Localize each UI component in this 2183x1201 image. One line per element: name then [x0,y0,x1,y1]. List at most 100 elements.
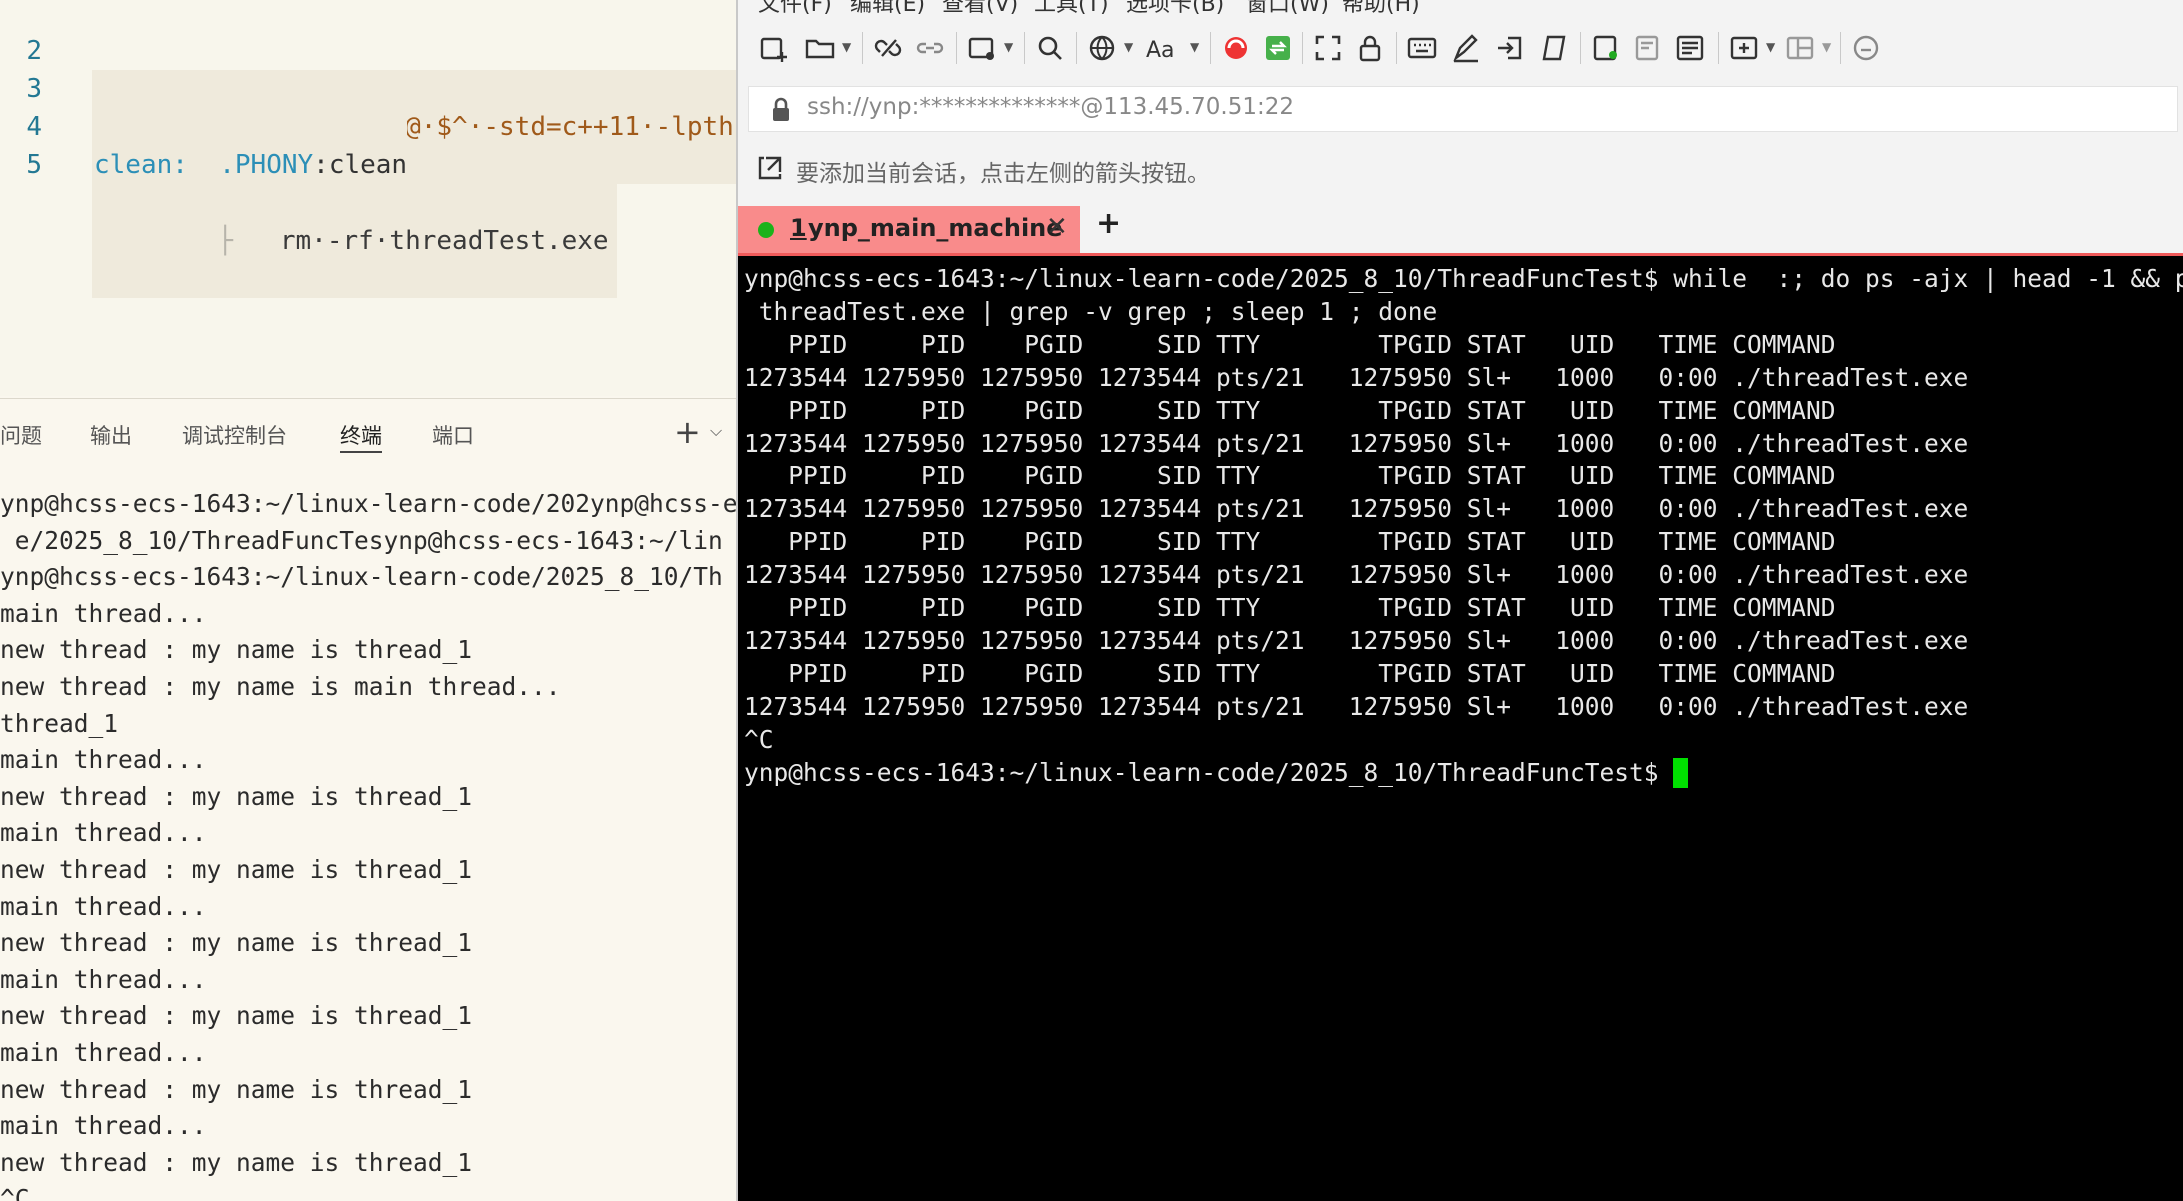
terminal-line: new thread : my name is thread_1 [0,1147,473,1177]
code-line-5[interactable]: 5 ├ rm·-rf·threadTest.exe [0,108,736,298]
terminal-line: thread_1 [0,708,119,738]
tab-problems[interactable]: 问题 [0,421,42,451]
tab-debug-console[interactable]: 调试控制台 [182,421,287,451]
colon: : [313,150,329,180]
address-bar: ssh://ynp:**************@113.45.70.51:22 [738,80,2183,138]
code-editor[interactable]: 2 ├ g++·-o·$@·$^·-std=c++11·-lpthread 3 … [0,0,736,396]
session-tab-bar: 1 ynp_main_machine ✕ + [738,200,2183,256]
clean-label: clean: [94,146,206,184]
keyboard-icon[interactable] [1406,32,1438,64]
chat-icon[interactable] [1850,32,1882,64]
compose-icon[interactable] [1632,32,1664,64]
terminal-line: ynp@hcss-ecs-1643:~/linux-learn-code/202… [744,757,1674,787]
code-text: rm·-rf·threadTest.exe [279,226,609,256]
lock-icon [773,97,789,121]
session-tab-ynp-main-machine[interactable]: 1 ynp_main_machine ✕ [738,206,1080,253]
connected-status-icon [758,222,774,238]
tab-ports[interactable]: 端口 [432,421,474,451]
chevron-down-icon[interactable]: ▼ [1124,40,1133,54]
terminal-line: new thread : my name is thread_1 [0,928,473,958]
terminal-line: new thread : my name is thread_1 [0,635,473,665]
menu-file[interactable]: 文件(F) [758,0,832,14]
lock-icon[interactable] [1354,32,1386,64]
xftp-icon[interactable] [1220,32,1252,64]
terminal-line: ynp@hcss-ecs-1643:~/linux-learn-code/202… [0,489,736,518]
tab-terminal[interactable]: 终端 [340,421,382,453]
terminal-line: new thread : my name is main thread... [0,672,561,701]
close-icon[interactable]: ✕ [1046,212,1068,242]
chevron-down-icon[interactable]: ▼ [1822,40,1831,54]
terminal-line: 1273544 1275950 1275950 1273544 pts/21 1… [744,428,1969,458]
terminal-line: PPID PID PGID SID TTY TPGID STAT UID TIM… [744,329,1836,359]
terminal-line: threadTest.exe | grep -v grep ; sleep 1 … [744,296,1438,326]
disconnect-icon[interactable] [872,32,904,64]
code-line-2[interactable]: 2 ├ g++·-o·$@·$^·-std=c++11·-lpthread [0,0,736,184]
code-line-3[interactable]: 3 .PHONY:clean [0,32,736,222]
toolbar-separator [1076,32,1077,64]
toolbar-separator [1718,32,1719,64]
terminal-line: 1273544 1275950 1275950 1273544 pts/21 1… [744,362,1969,392]
menu-tools[interactable]: 工具(T) [1034,0,1109,14]
layout-icon[interactable] [1784,32,1816,64]
toolbar-separator [862,32,863,64]
font-icon[interactable]: Aa [1142,32,1186,64]
script-icon[interactable] [1538,32,1570,64]
terminal-line: main thread... [0,891,207,921]
code-line-4[interactable]: 4 clean: [0,70,736,184]
menu-tabs[interactable]: 选项卡(B) [1126,0,1224,14]
add-session-arrow-icon[interactable] [756,154,784,182]
session-hint-bar: 要添加当前会话，点击左侧的箭头按钮。 [738,138,2183,200]
toolbar-separator [1302,32,1303,64]
line-number: 5 [26,150,42,180]
tab-label: ynp_main_machine [808,214,1063,242]
terminal-line: ^C [0,1184,30,1201]
integrated-terminal[interactable]: ynp@hcss-ecs-1643:~/linux-learn-code/202… [0,472,736,1201]
open-folder-icon[interactable] [804,32,836,64]
chevron-down-icon[interactable]: ▼ [1004,40,1013,54]
terminal-line: main thread... [0,1038,207,1067]
terminal-line: new thread : my name is thread_1 [0,1001,473,1031]
menu-edit[interactable]: 编辑(E) [850,0,925,14]
terminal-line: e/2025_8_10/ThreadFuncTesynp@hcss-ecs-16… [0,525,723,555]
toolbar: ▼ ▼ ▼ Aa ▼ ▼ ▼ [738,14,2183,80]
terminal-line: PPID PID PGID SID TTY TPGID STAT UID TIM… [744,461,1836,491]
session-properties-icon[interactable] [966,32,998,64]
login-icon[interactable] [1494,32,1526,64]
toolbar-separator [1024,32,1025,64]
terminal-line: ynp@hcss-ecs-1643:~/linux-learn-code/202… [0,562,723,592]
highlight-icon[interactable] [1450,32,1482,64]
address-input[interactable]: ssh://ynp:**************@113.45.70.51:22 [748,86,2178,132]
chevron-down-icon[interactable]: ▼ [842,40,851,54]
new-tab-button[interactable]: + [1096,206,1121,241]
link-icon[interactable] [914,32,946,64]
new-terminal-icon[interactable]: + [674,413,701,451]
transfer-icon[interactable] [1262,32,1294,64]
menu-view[interactable]: 查看(V) [942,0,1018,14]
new-tab-group-icon[interactable] [1728,32,1760,64]
menu-window[interactable]: 窗口(W) [1246,0,1329,14]
tab-number: 1 [790,214,807,242]
terminal-line: 1273544 1275950 1275950 1273544 pts/21 1… [744,494,1969,524]
vscode-window: 2 ├ g++·-o·$@·$^·-std=c++11·-lpthread 3 … [0,0,736,1201]
chevron-down-icon[interactable]: ▼ [1766,40,1775,54]
phony-target: .PHONY [219,150,314,180]
new-session-icon[interactable] [758,32,790,64]
tab-output[interactable]: 输出 [90,421,132,451]
terminal-line: ^C [744,724,774,754]
toolbar-separator [1210,32,1211,64]
globe-icon[interactable] [1086,32,1118,64]
terminal-line: PPID PID PGID SID TTY TPGID STAT UID TIM… [744,658,1836,688]
search-icon[interactable] [1034,32,1066,64]
log-icon[interactable] [1590,32,1622,64]
notes-icon[interactable] [1674,32,1706,64]
phony-dep: clean [328,150,408,180]
toolbar-separator [1840,32,1841,64]
ssh-terminal[interactable]: ynp@hcss-ecs-1643:~/linux-learn-code/202… [738,256,2183,1201]
address-text: ssh://ynp:**************@113.45.70.51:22 [807,94,1294,120]
chevron-down-icon[interactable]: ⌵ [710,421,722,441]
fullscreen-icon[interactable] [1312,32,1344,64]
terminal-line: 1273544 1275950 1275950 1273544 pts/21 1… [744,560,1969,590]
chevron-down-icon[interactable]: ▼ [1190,40,1199,54]
terminal-line: new thread : my name is thread_1 [0,1074,473,1104]
menu-help[interactable]: 帮助(H) [1342,0,1420,14]
